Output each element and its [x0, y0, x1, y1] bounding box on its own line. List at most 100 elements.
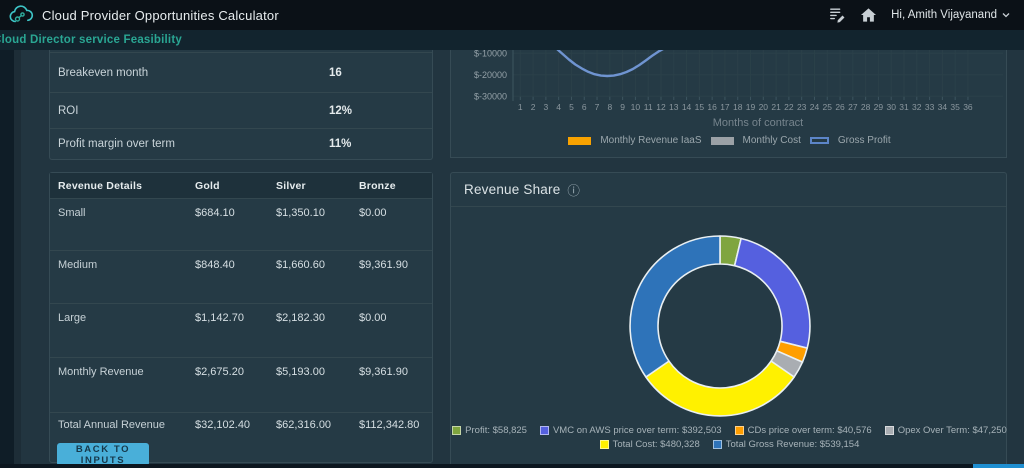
- svg-text:$-30000: $-30000: [474, 91, 507, 101]
- legend-swatch: [540, 426, 549, 435]
- user-menu[interactable]: Hi, Amith Vijayanand: [891, 9, 1010, 21]
- svg-text:10: 10: [631, 102, 641, 112]
- app-title: Cloud Provider Opportunities Calculator: [42, 8, 279, 23]
- svg-text:21: 21: [771, 102, 781, 112]
- legend-swatch: [885, 426, 894, 435]
- donut-legend-item: VMC on AWS price over term: $392,503: [540, 425, 722, 436]
- row-label: Breakeven month: [50, 67, 148, 79]
- svg-text:33: 33: [925, 102, 935, 112]
- revenue-share-card: Revenue Share ⓘ Profit: $58,825VMC on AW…: [450, 172, 1007, 468]
- cloud-logo-icon: [8, 4, 34, 26]
- legend-label: Monthly Revenue IaaS: [600, 135, 701, 146]
- donut-legend-row-2: Total Cost: $480,328 Total Gross Revenue:…: [451, 439, 1008, 450]
- legend-swatch: [452, 426, 461, 435]
- row-value: 11%: [329, 138, 351, 150]
- svg-text:5: 5: [569, 102, 574, 112]
- svg-text:32: 32: [912, 102, 922, 112]
- svg-text:29: 29: [874, 102, 884, 112]
- left-edge-strip: [0, 50, 14, 468]
- back-to-inputs-button[interactable]: BACK TO INPUTS: [57, 443, 149, 466]
- svg-text:15: 15: [695, 102, 705, 112]
- table-row-breakeven: Breakeven month 16: [50, 53, 432, 93]
- home-icon[interactable]: [860, 7, 877, 23]
- svg-text:$-20000: $-20000: [474, 70, 507, 80]
- donut-legend-item: Profit: $58,825: [452, 425, 527, 436]
- row-label: ROI: [50, 105, 78, 117]
- legend-label: Profit: $58,825: [465, 425, 527, 436]
- legend-swatch: [713, 440, 722, 449]
- legend-label: Total Gross Revenue: $539,154: [726, 439, 860, 450]
- svg-text:25: 25: [823, 102, 833, 112]
- edit-notes-icon[interactable]: [828, 7, 846, 23]
- donut-legend-item: Total Gross Revenue: $539,154: [713, 439, 860, 450]
- svg-text:31: 31: [899, 102, 909, 112]
- col-header-silver: Silver: [276, 180, 359, 192]
- svg-text:8: 8: [607, 102, 612, 112]
- svg-text:14: 14: [682, 102, 692, 112]
- donut-legend-item: Opex Over Term: $47,250: [885, 425, 1007, 436]
- legend-swatch: [810, 137, 829, 144]
- svg-text:1: 1: [518, 102, 523, 112]
- app-window: Cloud Provider Opportunities Calculator …: [0, 0, 1024, 468]
- col-header-gold: Gold: [195, 180, 276, 192]
- row-value: 12%: [329, 105, 352, 117]
- legend-label: Total Cost: $480,328: [613, 439, 700, 450]
- header-actions: Hi, Amith Vijayanand: [828, 7, 1010, 23]
- svg-text:28: 28: [861, 102, 871, 112]
- legend-label: Gross Profit: [838, 135, 891, 146]
- summary-card: Breakeven month 16 ROI 12% Profit margin…: [49, 50, 433, 160]
- svg-text:16: 16: [707, 102, 717, 112]
- user-greeting: Hi, Amith Vijayanand: [891, 9, 997, 21]
- table-header-row: Revenue Details Gold Silver Bronze: [50, 173, 432, 199]
- svg-text:30: 30: [886, 102, 896, 112]
- svg-text:20: 20: [759, 102, 769, 112]
- col-header-revenue-details: Revenue Details: [50, 180, 195, 192]
- legend-label: CDs price over term: $40,576: [748, 425, 872, 436]
- legend-label: VMC on AWS price over term: $392,503: [553, 425, 722, 436]
- legend-swatch: [568, 137, 591, 145]
- svg-text:23: 23: [797, 102, 807, 112]
- legend-swatch: [600, 440, 609, 449]
- table-row-total-annual-revenue: Total Annual Revenue $32,102.40 $62,316.…: [50, 413, 432, 441]
- svg-text:12: 12: [656, 102, 666, 112]
- x-axis-title: Months of contract: [513, 117, 1003, 129]
- svg-text:22: 22: [784, 102, 794, 112]
- col-header-bronze: Bronze: [359, 180, 432, 192]
- table-row-small: Small $684.10 $1,350.10 $0.00: [50, 199, 432, 251]
- table-row-profit-margin: Profit margin over term 11%: [50, 129, 432, 159]
- svg-text:11: 11: [644, 102, 653, 112]
- table-row-roi: ROI 12%: [50, 93, 432, 129]
- chevron-down-icon: [1002, 12, 1010, 18]
- svg-text:18: 18: [733, 102, 743, 112]
- table-row-large: Large $1,142.70 $2,182.30 $0.00: [50, 304, 432, 358]
- breadcrumb[interactable]: Cloud Director service Feasibility: [0, 34, 182, 46]
- row-label: Profit margin over term: [50, 138, 175, 150]
- svg-text:6: 6: [582, 102, 587, 112]
- table-row-monthly-revenue: Monthly Revenue $2,675.20 $5,193.00 $9,3…: [50, 358, 432, 413]
- row-value: 16: [329, 67, 342, 79]
- svg-text:7: 7: [595, 102, 600, 112]
- svg-text:36: 36: [963, 102, 973, 112]
- svg-text:13: 13: [669, 102, 679, 112]
- legend-label: Opex Over Term: $47,250: [898, 425, 1007, 436]
- line-chart-legend: Monthly Revenue IaaS Monthly Cost Gross Pr…: [451, 135, 1007, 146]
- svg-text:19: 19: [746, 102, 756, 112]
- donut-legend-item: Total Cost: $480,328: [600, 439, 700, 450]
- svg-text:34: 34: [938, 102, 948, 112]
- svg-text:3: 3: [544, 102, 549, 112]
- app-header: Cloud Provider Opportunities Calculator …: [0, 0, 1024, 30]
- horizontal-scrollbar-track[interactable]: [0, 464, 1024, 468]
- horizontal-scrollbar-thumb[interactable]: [973, 464, 1024, 468]
- svg-text:17: 17: [720, 102, 730, 112]
- donut-legend-row-1: Profit: $58,825 VMC on AWS price over ter…: [451, 425, 1008, 436]
- legend-swatch: [735, 426, 744, 435]
- legend-label: Monthly Cost: [743, 135, 801, 146]
- donut-legend-item: CDs price over term: $40,576: [735, 425, 872, 436]
- svg-text:24: 24: [810, 102, 820, 112]
- svg-text:35: 35: [950, 102, 960, 112]
- revenue-table-card: Revenue Details Gold Silver Bronze Small…: [49, 172, 433, 463]
- donut-chart: [451, 173, 1008, 468]
- svg-text:9: 9: [620, 102, 625, 112]
- svg-text:4: 4: [556, 102, 561, 112]
- left-edge-strip-inner: [14, 50, 21, 468]
